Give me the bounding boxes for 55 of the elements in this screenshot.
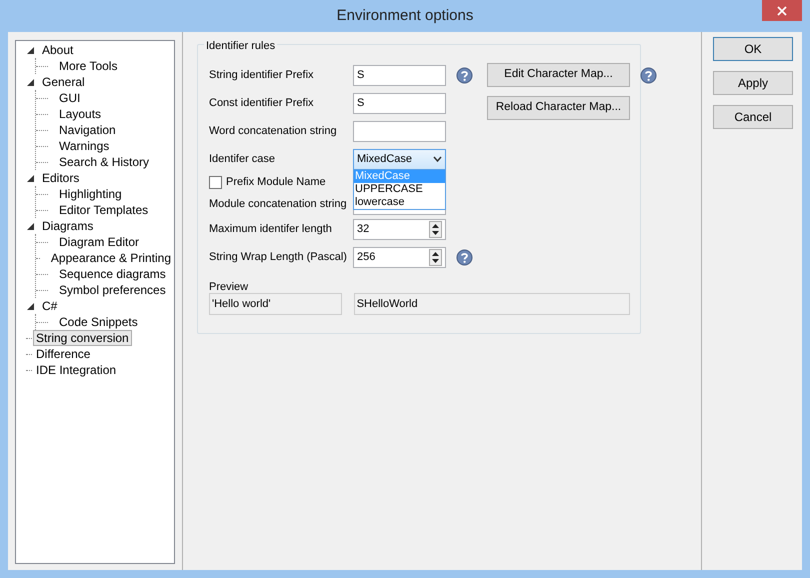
button[interactable]: Cancel <box>713 105 793 129</box>
field-label: Maximum identifer length <box>209 222 333 237</box>
tree-item[interactable]: Layouts <box>56 106 104 122</box>
field-label: Const identifier Prefix <box>209 96 315 111</box>
spinner-arrows-icon <box>429 220 442 238</box>
tree-item[interactable]: IDE Integration <box>33 362 120 378</box>
field-value: 32 <box>357 222 370 237</box>
tree-item[interactable]: Symbol preferences <box>56 282 169 298</box>
close-icon <box>777 6 787 16</box>
tree-item[interactable]: Highlighting <box>56 186 125 202</box>
close-button[interactable] <box>762 0 802 21</box>
tree-item[interactable]: Code Snippets <box>56 314 141 330</box>
field-label: String identifier Prefix <box>209 68 315 83</box>
tree-item[interactable]: General <box>39 74 88 90</box>
checkbox-label: Prefix Module Name <box>226 174 326 190</box>
tree-item[interactable]: More Tools <box>56 58 120 74</box>
button[interactable]: OK <box>713 37 793 61</box>
tree-item[interactable]: String conversion <box>33 330 132 346</box>
checkbox[interactable] <box>209 176 222 188</box>
preview-label: Preview <box>209 281 250 293</box>
tree-item[interactable]: Difference <box>33 346 94 362</box>
field-label: Module concatenation string <box>209 196 348 212</box>
field-label: Word concatenation string <box>209 124 338 139</box>
tree-item[interactable]: About <box>39 42 76 58</box>
spinner-arrows-icon <box>429 248 442 266</box>
window-title: Environment options <box>336 6 474 26</box>
chevron-down-icon <box>433 155 442 163</box>
field-value: 256 <box>357 250 376 265</box>
tree-item[interactable]: Search & History <box>56 154 152 170</box>
button[interactable]: Edit Character Map... <box>487 63 630 87</box>
button[interactable]: Reload Character Map... <box>487 96 630 120</box>
field-label: String Wrap Length (Pascal) <box>209 250 348 265</box>
field-value: S <box>357 68 364 83</box>
spin-field[interactable]: 256 <box>353 246 446 268</box>
input-field[interactable] <box>353 120 446 142</box>
input-field[interactable]: S <box>353 64 446 86</box>
tree-item[interactable]: Sequence diagrams <box>56 266 169 282</box>
button[interactable]: Apply <box>713 71 793 95</box>
tree-item[interactable]: Editor Templates <box>56 202 152 218</box>
tree-item[interactable]: Diagrams <box>39 218 96 234</box>
field-value: S <box>357 96 364 111</box>
tree-item[interactable]: GUI <box>56 90 84 106</box>
tree-item[interactable]: C# <box>39 298 60 314</box>
dropdown-value: MixedCase <box>357 152 412 167</box>
tree-item[interactable]: Appearance & Printing <box>48 250 174 266</box>
tree-item[interactable]: Editors <box>39 170 82 186</box>
field-label: Identifer case <box>209 152 276 167</box>
tree-item[interactable]: Diagram Editor <box>56 234 142 250</box>
dropdown-option[interactable]: lowercase <box>354 196 445 208</box>
input-field[interactable]: S <box>353 92 446 114</box>
spin-field[interactable]: 32 <box>353 218 446 240</box>
preview-output: SHelloWorld <box>354 293 630 315</box>
dropdown-option[interactable]: UPPERCASE <box>354 182 445 196</box>
tree-item[interactable]: Warnings <box>56 138 112 154</box>
tree-item[interactable]: Navigation <box>56 122 119 138</box>
